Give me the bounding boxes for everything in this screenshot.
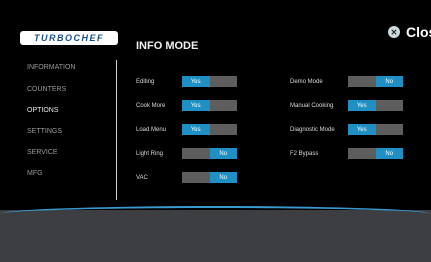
- manual-cooking-no-option[interactable]: [375, 100, 403, 111]
- manual-cooking-yes-option[interactable]: Yes: [348, 100, 376, 111]
- option-label-light-ring: Light Ring: [136, 151, 164, 157]
- demo-mode-yes-option[interactable]: [348, 76, 376, 87]
- light-ring-yes-option[interactable]: [182, 148, 210, 159]
- manual-cooking-toggle[interactable]: Yes: [348, 100, 403, 111]
- sidebar-item-service[interactable]: SERVICE: [27, 149, 58, 156]
- option-label-diagnostic-mode: Diagnostic Mode: [290, 127, 335, 133]
- load-menu-toggle[interactable]: Yes: [182, 124, 237, 135]
- turbochef-logo: TURBOCHEF: [20, 31, 118, 45]
- page-title: INFO MODE: [136, 40, 199, 52]
- vac-toggle[interactable]: No: [182, 172, 237, 183]
- demo-mode-toggle[interactable]: No: [348, 76, 403, 87]
- load-menu-yes-option[interactable]: Yes: [182, 124, 210, 135]
- editing-yes-option[interactable]: Yes: [182, 76, 210, 87]
- option-label-load-menu: Load Menu: [136, 127, 167, 133]
- sidebar-item-counters[interactable]: COUNTERS: [27, 86, 66, 93]
- demo-mode-no-option[interactable]: No: [375, 76, 403, 87]
- editing-no-option[interactable]: [209, 76, 237, 87]
- sidebar-item-options[interactable]: OPTIONS: [27, 107, 59, 114]
- diagnostic-mode-no-option[interactable]: [375, 124, 403, 135]
- diagnostic-mode-yes-option[interactable]: Yes: [348, 124, 376, 135]
- cook-more-toggle[interactable]: Yes: [182, 100, 237, 111]
- cook-more-no-option[interactable]: [209, 100, 237, 111]
- option-label-editing: Editing: [136, 79, 155, 85]
- f2-bypass-no-option[interactable]: No: [375, 148, 403, 159]
- editing-toggle[interactable]: Yes: [182, 76, 237, 87]
- option-label-manual-cooking: Manual Cooking: [290, 103, 334, 109]
- close-icon[interactable]: ✕: [388, 26, 400, 38]
- vac-yes-option[interactable]: [182, 172, 210, 183]
- close-label[interactable]: Clos: [406, 24, 431, 40]
- sidebar-item-mfg[interactable]: MFG: [27, 170, 43, 177]
- option-label-f2-bypass: F2 Bypass: [290, 151, 319, 157]
- cook-more-yes-option[interactable]: Yes: [182, 100, 210, 111]
- light-ring-no-option[interactable]: No: [209, 148, 237, 159]
- f2-bypass-toggle[interactable]: No: [348, 148, 403, 159]
- diagnostic-mode-toggle[interactable]: Yes: [348, 124, 403, 135]
- sidebar-item-settings[interactable]: SETTINGS: [27, 128, 62, 135]
- close-button[interactable]: ✕ Clos: [388, 24, 431, 40]
- footer-accent-curve: [0, 206, 431, 222]
- info-mode-screen: TURBOCHEF INFORMATION COUNTERS OPTIONS S…: [0, 0, 431, 262]
- sidebar-item-information[interactable]: INFORMATION: [27, 64, 75, 71]
- option-label-cook-more: Cook More: [136, 103, 166, 109]
- vac-no-option[interactable]: No: [209, 172, 237, 183]
- option-label-demo-mode: Demo Mode: [290, 79, 323, 85]
- light-ring-toggle[interactable]: No: [182, 148, 237, 159]
- load-menu-no-option[interactable]: [209, 124, 237, 135]
- sidebar-divider: [116, 60, 117, 200]
- option-label-vac: VAC: [136, 175, 148, 181]
- f2-bypass-yes-option[interactable]: [348, 148, 376, 159]
